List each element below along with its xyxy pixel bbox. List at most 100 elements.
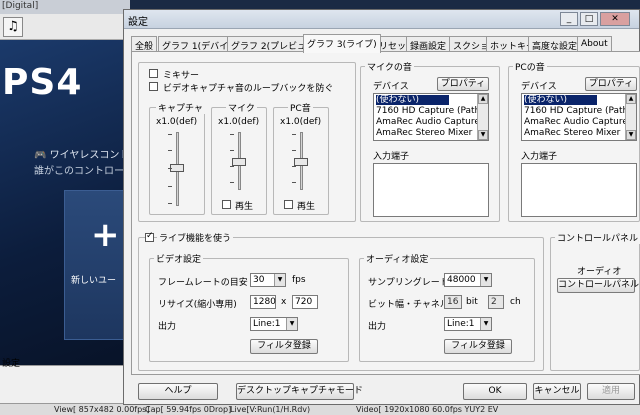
slider-tick [230, 134, 234, 135]
mic-device-item[interactable]: AmaRec Audio Capture [376, 117, 480, 127]
mic-device-item[interactable]: (使わない) [376, 95, 450, 105]
slider-tick [292, 134, 296, 135]
status-cap: Cap[ 59.94fps 0Drop] [145, 405, 232, 414]
video-filter-register-button[interactable]: フィルタ登録 [250, 339, 318, 354]
mic-device-item[interactable]: AmaRec Stereo Mixer [376, 128, 472, 138]
background-app-window: [Digital] ♫ PS4 🎮 ワイヤレスコント 誰がこのコントロー + 新… [0, 0, 130, 415]
pc-volume-thumb[interactable] [294, 158, 308, 166]
slider-tick [292, 150, 296, 151]
pc-device-item[interactable]: (使わない) [524, 95, 598, 105]
mixer-label: ミキサー [163, 71, 200, 81]
pc-sound-group: PCの音 デバイス プロパティ (使わない) 7160 HD Capture (… [508, 60, 640, 222]
live-enable-checkbox[interactable] [145, 231, 154, 242]
video-output-select[interactable]: Line:1 ▼ [250, 317, 298, 331]
status-view: View[ 857x482 0.00fps] [54, 405, 150, 414]
capture-volume-group: キャプチャ x1.0(def) [149, 101, 205, 215]
ps4-logo: PS4 [2, 62, 83, 103]
scroll-up-icon[interactable]: ▲ [626, 94, 636, 104]
fps-unit-label: fps [292, 275, 306, 285]
background-app-panel [0, 365, 130, 403]
desktop-capture-mode-button[interactable]: デスクトップキャプチャモード [236, 383, 363, 400]
resize-height-input[interactable]: 720 [292, 295, 318, 309]
chevron-down-icon[interactable]: ▼ [480, 274, 491, 286]
pc-volume-title: PC音 [288, 101, 313, 114]
minimize-button[interactable]: _ [560, 12, 578, 26]
tab-panel-graph-3: ミキサー ビデオキャプチャ音のループバックを防ぐ キャプチャ x1.0(def)… [131, 51, 640, 375]
settings-dialog: 設定 _ □ ✕ 全般 グラフ 1(デバイス) グラフ 2(プレビュー) グラフ… [123, 9, 640, 405]
video-output-value: Line:1 [253, 319, 281, 329]
mic-input-terminal-list[interactable] [373, 163, 489, 217]
pc-input-terminal-label: 入力端子 [521, 152, 558, 162]
video-output-label: 出力 [158, 322, 177, 332]
resize-times-label: x [281, 297, 287, 307]
mic-device-list[interactable]: (使わない) 7160 HD Capture (Path 0 AmaRec Au… [373, 93, 489, 141]
audio-output-value: Line:1 [447, 319, 475, 329]
tab-about[interactable]: About [577, 36, 612, 52]
resize-width-input[interactable]: 1280 [250, 295, 276, 309]
slider-tick [168, 168, 172, 169]
pc-properties-button[interactable]: プロパティ [585, 77, 637, 91]
pc-play-checkbox[interactable] [284, 200, 293, 209]
mic-volume-value: x1.0(def) [218, 117, 260, 127]
framerate-select[interactable]: 30 ▼ [250, 273, 286, 287]
close-button[interactable]: ✕ [600, 12, 630, 26]
chevron-down-icon[interactable]: ▼ [274, 274, 285, 286]
audio-output-label: 出力 [368, 322, 387, 332]
audio-settings-title: オーディオ設定 [364, 252, 431, 265]
control-panel-button[interactable]: コントロールパネル [557, 278, 639, 293]
mic-play-checkbox[interactable] [222, 200, 231, 209]
control-panel-group: コントロールパネル オーディオ コントロールパネル [550, 231, 640, 371]
slider-tick [230, 166, 234, 167]
pc-volume-value: x1.0(def) [280, 117, 322, 127]
video-settings-title: ビデオ設定 [154, 252, 204, 265]
loopback-label: ビデオキャプチャ音のループバックを防ぐ [163, 84, 334, 94]
pc-input-terminal-list[interactable] [521, 163, 637, 217]
pc-device-list[interactable]: (使わない) 7160 HD Capture (Path 0 AmaRec Au… [521, 93, 637, 141]
capture-volume-thumb[interactable] [170, 164, 184, 172]
help-button[interactable]: ヘルプ [138, 383, 218, 400]
chevron-down-icon[interactable]: ▼ [286, 318, 297, 330]
slider-tick [230, 182, 234, 183]
live-enable-label: ライブ機能を使う [157, 231, 234, 244]
tab-recording[interactable]: 録画設定 [406, 36, 451, 52]
mic-volume-thumb[interactable] [232, 158, 246, 166]
pc-device-label: デバイス [521, 82, 557, 92]
tab-general[interactable]: 全般 [131, 36, 158, 52]
mic-sound-group: マイクの音 デバイス プロパティ (使わない) 7160 HD Capture … [360, 60, 500, 222]
pc-device-item[interactable]: AmaRec Audio Capture [524, 117, 628, 127]
pc-device-item[interactable]: AmaRec Stereo Mixer [524, 128, 620, 138]
audio-filter-register-button[interactable]: フィルタ登録 [444, 339, 512, 354]
dialog-titlebar[interactable]: 設定 _ □ ✕ [124, 10, 639, 29]
loopback-checkbox[interactable] [149, 82, 158, 91]
pc-device-item[interactable]: 7160 HD Capture (Path 0 [524, 106, 636, 116]
pc-play-label: 再生 [297, 202, 316, 212]
control-panel-title: コントロールパネル [555, 231, 640, 244]
maximize-button[interactable]: □ [580, 12, 598, 26]
slider-tick [168, 186, 172, 187]
tab-graph-3-live[interactable]: グラフ 3(ライブ) [303, 34, 381, 53]
scroll-up-icon[interactable]: ▲ [478, 94, 488, 104]
slider-tick [168, 150, 172, 151]
audio-output-select[interactable]: Line:1 ▼ [444, 317, 492, 331]
audio-settings-group: オーディオ設定 サンプリングレート 48000 ▼ ビット幅・チャネル 16 b… [359, 252, 535, 362]
samplerate-select[interactable]: 48000 ▼ [444, 273, 492, 287]
mic-device-item[interactable]: 7160 HD Capture (Path 0 [376, 106, 488, 116]
mixer-group: ミキサー ビデオキャプチャ音のループバックを防ぐ キャプチャ x1.0(def)… [138, 62, 356, 222]
pc-device-scrollbar[interactable]: ▲ ▼ [625, 94, 636, 140]
mic-play-label: 再生 [235, 202, 254, 212]
mic-device-scrollbar[interactable]: ▲ ▼ [477, 94, 488, 140]
apply-button[interactable]: 適用 [587, 383, 635, 400]
mixer-checkbox[interactable] [149, 69, 158, 78]
background-settings-label: 設定 [2, 359, 21, 369]
mic-properties-button[interactable]: プロパティ [437, 77, 489, 91]
music-note-icon[interactable]: ♫ [3, 17, 23, 37]
scroll-down-icon[interactable]: ▼ [626, 130, 636, 140]
channel-input: 2 [488, 295, 504, 309]
pc-sound-title: PCの音 [513, 60, 547, 73]
tab-advanced[interactable]: 高度な設定 [528, 36, 582, 52]
chevron-down-icon[interactable]: ▼ [480, 318, 491, 330]
ok-button[interactable]: OK [463, 383, 527, 400]
cancel-button[interactable]: キャンセル [533, 383, 581, 400]
scroll-down-icon[interactable]: ▼ [478, 130, 488, 140]
preview-text-line-2: 誰がこのコントロー [34, 166, 124, 177]
